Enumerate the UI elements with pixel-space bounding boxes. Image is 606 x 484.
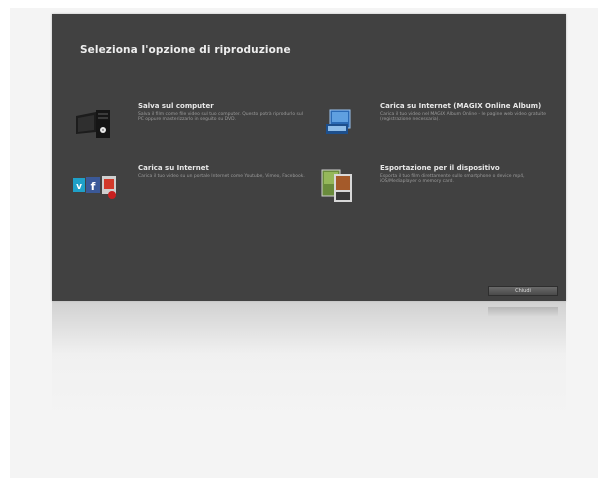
option-export-device[interactable]: Esportazione per il dispositivo Esporta … <box>314 164 534 214</box>
option-description: Salva il film come file video sul tuo co… <box>138 112 303 123</box>
option-upload-internet[interactable]: v f Carica su Internet Carica il tuo vid… <box>72 164 305 214</box>
magix-online-album-icon <box>314 102 360 142</box>
device-export-icon <box>314 164 360 204</box>
computer-icon <box>72 102 118 142</box>
svg-text:f: f <box>91 180 96 193</box>
social-portals-icon: v f <box>72 164 118 204</box>
option-description: Carica il tuo video su un portale Intern… <box>138 174 305 179</box>
option-title: Esportazione per il dispositivo <box>380 164 500 172</box>
option-title: Salva sul computer <box>138 102 214 110</box>
dialog-reflection <box>52 301 566 421</box>
close-button[interactable]: Chiudi <box>488 286 558 296</box>
option-save-computer[interactable]: Salva sul computer Salva il film come fi… <box>72 102 303 152</box>
svg-text:v: v <box>76 182 82 192</box>
playback-options-dialog: Seleziona l'opzione di riproduzione Salv… <box>52 14 566 301</box>
option-title: Carica su Internet <box>138 164 209 172</box>
option-title: Carica su Internet (MAGIX Online Album) <box>380 102 542 110</box>
close-button-reflection <box>488 307 558 316</box>
option-magix-online-album[interactable]: Carica su Internet (MAGIX Online Album) … <box>314 102 546 152</box>
dialog-title: Seleziona l'opzione di riproduzione <box>80 44 291 56</box>
option-description: Esporta il tuo film direttamente sullo s… <box>380 174 525 185</box>
option-description: Carica il tuo video nel MAGIX Album Onli… <box>380 112 547 123</box>
